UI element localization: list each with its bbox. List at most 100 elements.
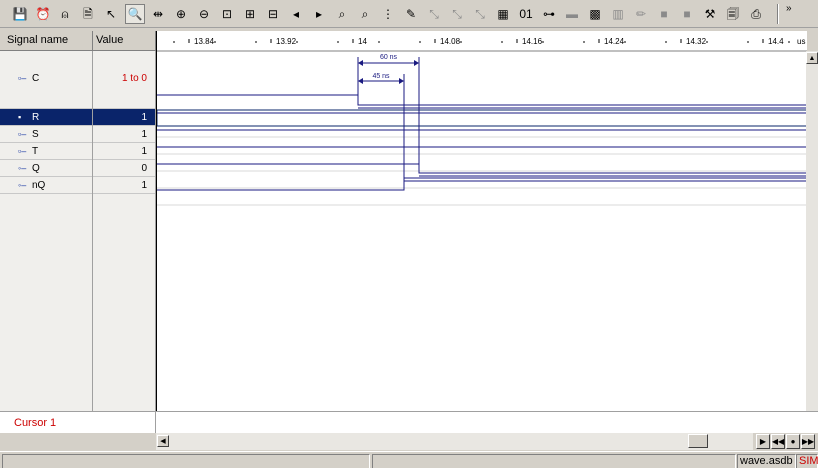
disabled-tool-7-icon[interactable]: ■ bbox=[654, 4, 674, 24]
signal-name: T bbox=[32, 146, 39, 157]
hierarchy-icon[interactable]: ⊶ bbox=[539, 4, 559, 24]
scroll-right-button[interactable]: ▶ bbox=[756, 434, 770, 449]
draw-icon[interactable]: ✎ bbox=[401, 4, 421, 24]
scroll-center-button[interactable]: ● bbox=[786, 434, 800, 449]
signal-name: nQ bbox=[32, 180, 46, 191]
status-mode: SIM bbox=[796, 454, 818, 468]
binary-display-icon[interactable]: 01 bbox=[516, 4, 536, 24]
scroll-begin-button[interactable]: ◀◀ bbox=[771, 434, 785, 449]
stimulator-icon[interactable]: ⍝ bbox=[55, 4, 75, 24]
signal-value-row-r[interactable]: 1 bbox=[93, 109, 155, 126]
measure-icon[interactable]: ⇹ bbox=[148, 4, 168, 24]
time-ruler[interactable] bbox=[157, 31, 807, 51]
output-port-icon: ◦– bbox=[18, 180, 27, 190]
grid-icon[interactable]: ▩ bbox=[585, 4, 605, 24]
scroll-spacer bbox=[0, 433, 156, 450]
scroll-end-button[interactable]: ▶▶ bbox=[801, 434, 815, 449]
arrow-head-right bbox=[414, 60, 419, 66]
signal-row-q[interactable]: ◦– Q bbox=[0, 160, 92, 177]
waveform-canvas[interactable]: 13.84 13.92 14 14.08 14.16 14.24 14.32 14.4 us 60… bbox=[157, 31, 807, 411]
toolbar-separator bbox=[777, 4, 779, 24]
signal-value-row-nq[interactable]: 1 bbox=[93, 177, 155, 194]
zoom-range-icon[interactable]: ⊞ bbox=[240, 4, 260, 24]
signal-row-t[interactable]: ▫– T bbox=[0, 143, 92, 160]
waveform-q[interactable] bbox=[157, 163, 807, 174]
signal-name-header[interactable]: Signal name bbox=[0, 31, 93, 51]
input-port-icon: ▪ bbox=[18, 112, 22, 122]
signal-value: 1 bbox=[141, 112, 147, 123]
disabled-tool-5-icon[interactable]: ▥ bbox=[608, 4, 628, 24]
selected-row-highlight bbox=[157, 109, 807, 127]
add-signal-icon[interactable]: ▦ bbox=[493, 4, 513, 24]
status-bar: wave.asdb SIM bbox=[0, 451, 818, 468]
signal-row-c[interactable]: ▫– C bbox=[0, 51, 92, 109]
print-preview-icon[interactable]: 🗐 bbox=[723, 4, 743, 24]
footprints-icon[interactable]: ⋮ bbox=[378, 4, 398, 24]
toolbar-overflow-icon[interactable]: » bbox=[786, 3, 792, 14]
properties-icon[interactable]: 🗎 bbox=[78, 4, 98, 24]
waveform-nq[interactable] bbox=[157, 180, 807, 191]
arrow-head-left bbox=[358, 60, 363, 66]
time-tick-label: 14.08 bbox=[440, 37, 461, 46]
waveform-viewer-window: 💾 ⏰ ⍝ 🗎 ↖ 🔍 ⇹ ⊕ ⊖ ⊡ ⊞ ⊟ ◂ ▸ ⌕ ⌕ ⋮ ✎ ⤡ ⤡ ⤡ ▦ 01 ⊶ ▬ ▩ ▥ ✏ ■ ■ ⚒ 🗐 ⎙» Sign… bbox=[0, 0, 818, 468]
zoom-in-icon[interactable]: ⊕ bbox=[171, 4, 191, 24]
time-tick-label: 13.92 bbox=[276, 37, 297, 46]
signal-name: Q bbox=[32, 163, 40, 174]
arrow-head-left bbox=[358, 78, 363, 84]
signal-value-row-t[interactable]: 1 bbox=[93, 143, 155, 160]
signal-name: S bbox=[32, 129, 39, 140]
signal-value-panel: 1 to 0 1 1 1 0 1 bbox=[93, 51, 156, 411]
waveform-c[interactable] bbox=[157, 94, 807, 106]
zoom-previous-icon[interactable]: ⊟ bbox=[263, 4, 283, 24]
signal-row-s[interactable]: ▫– S bbox=[0, 126, 92, 143]
signal-value-row-s[interactable]: 1 bbox=[93, 126, 155, 143]
signal-name: C bbox=[32, 73, 40, 84]
time-tick-label: 13.84 bbox=[194, 37, 215, 46]
find-backward-icon[interactable]: ⌕ bbox=[332, 4, 352, 24]
signal-value: 1 bbox=[141, 129, 147, 140]
pointer-icon[interactable]: ↖ bbox=[101, 4, 121, 24]
zoom-out-icon[interactable]: ⊖ bbox=[194, 4, 214, 24]
zoom-mode-icon[interactable]: 🔍 bbox=[125, 4, 145, 24]
signal-value-row-c[interactable]: 1 to 0 bbox=[93, 51, 155, 109]
horizontal-scrollbar[interactable]: ◀ bbox=[156, 433, 753, 450]
scroll-left-button[interactable]: ◀ bbox=[157, 435, 169, 447]
time-tick-label: 14.4 bbox=[768, 37, 784, 46]
signal-value-row-q[interactable]: 0 bbox=[93, 160, 155, 177]
arrow-head-right bbox=[399, 78, 404, 84]
disabled-tool-2-icon[interactable]: ⤡ bbox=[447, 4, 467, 24]
input-port-icon: ▫– bbox=[18, 129, 27, 139]
status-filename: wave.asdb bbox=[737, 454, 796, 468]
find-forward-icon[interactable]: ⌕ bbox=[355, 4, 375, 24]
signal-name-panel: ▫– C ▪ R ▫– S ▫– T ◦– Q ◦– nQ bbox=[0, 51, 93, 411]
measure-label-45ns: 45 ns bbox=[372, 73, 390, 80]
scroll-up-button[interactable]: ▲ bbox=[806, 52, 818, 64]
time-tick-label: 14.32 bbox=[686, 37, 707, 46]
vertical-scrollbar[interactable]: ▲ ▼ bbox=[806, 51, 818, 431]
status-panel-2 bbox=[372, 454, 736, 468]
measure-label-60ns: 60 ns bbox=[380, 54, 398, 61]
signal-name: R bbox=[32, 112, 40, 123]
save-icon[interactable]: 💾 bbox=[10, 4, 30, 24]
signal-row-r[interactable]: ▪ R bbox=[0, 109, 92, 126]
previous-edge-icon[interactable]: ◂ bbox=[286, 4, 306, 24]
waveform-area[interactable]: 13.84 13.92 14 14.08 14.16 14.24 14.32 14.4 us 60… bbox=[156, 31, 807, 411]
horizontal-scroll-thumb[interactable] bbox=[688, 434, 708, 448]
disabled-tool-3-icon[interactable]: ⤡ bbox=[470, 4, 490, 24]
disabled-tool-4-icon[interactable]: ▬ bbox=[562, 4, 582, 24]
signal-value: 1 bbox=[141, 180, 147, 191]
alarm-clock-icon[interactable]: ⏰ bbox=[33, 4, 53, 24]
next-edge-icon[interactable]: ▸ bbox=[309, 4, 329, 24]
time-tick-label: 14 bbox=[358, 37, 367, 46]
transform-icon[interactable]: ⚒ bbox=[700, 4, 720, 24]
zoom-fit-icon[interactable]: ⊡ bbox=[217, 4, 237, 24]
disabled-tool-1-icon[interactable]: ⤡ bbox=[424, 4, 444, 24]
time-unit-label: us bbox=[797, 37, 805, 46]
disabled-tool-6-icon[interactable]: ✏ bbox=[631, 4, 651, 24]
signal-row-nq[interactable]: ◦– nQ bbox=[0, 177, 92, 194]
value-header[interactable]: Value bbox=[93, 31, 156, 51]
cursor-strip[interactable] bbox=[156, 411, 818, 433]
disabled-tool-8-icon[interactable]: ■ bbox=[677, 4, 697, 24]
cursor-label[interactable]: Cursor 1 bbox=[0, 411, 156, 433]
print-icon[interactable]: ⎙ bbox=[746, 4, 766, 24]
